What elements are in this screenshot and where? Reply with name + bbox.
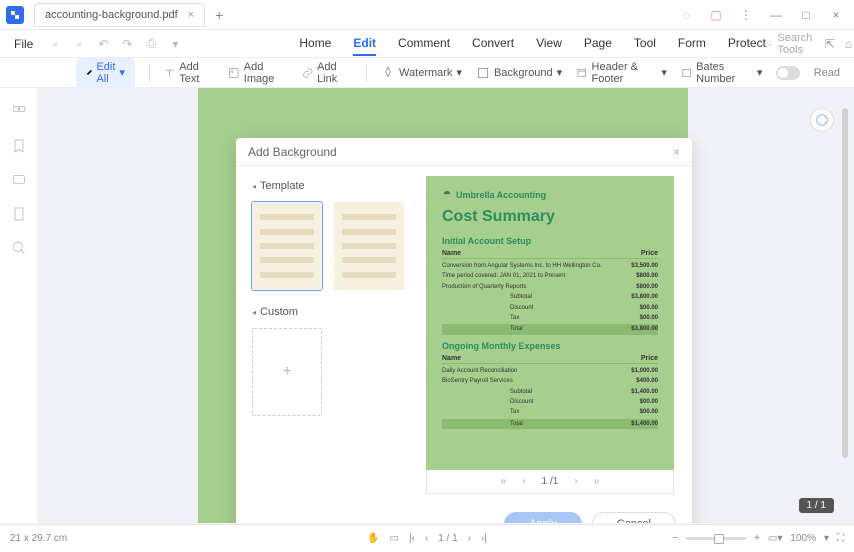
menu-tab-comment[interactable]: Comment [398, 32, 450, 56]
add-image-button[interactable]: Add Image [228, 61, 287, 85]
search-icon[interactable] [11, 240, 27, 256]
template-thumbnail[interactable] [252, 202, 322, 290]
preview-pager: « ‹ 1 /1 › » [426, 470, 674, 494]
add-background-dialog: Add Background × Template Custom + Umbre… [236, 138, 692, 523]
document-viewport[interactable]: Total $3,800.00 Ongoing Monthly Expenses… [38, 88, 854, 523]
menu-tab-protect[interactable]: Protect [728, 32, 766, 56]
zoom-value: 100% [790, 533, 816, 544]
nav-next-icon[interactable]: › [468, 533, 471, 544]
read-label: Read [814, 67, 840, 79]
nav-first-icon[interactable]: |‹ [409, 533, 415, 544]
print-icon[interactable]: ⎙ [143, 36, 159, 52]
bates-number-button[interactable]: Bates Number▾ [681, 61, 763, 85]
page-dimensions: 21 x 29.7 cm [10, 533, 67, 544]
home-icon[interactable]: ⌂ [845, 37, 852, 51]
read-toggle[interactable] [776, 66, 799, 80]
close-tab-icon[interactable]: × [188, 9, 194, 21]
background-preview: Umbrella Accounting Cost Summary Initial… [426, 176, 674, 470]
preview-title: Cost Summary [442, 208, 658, 226]
chevron-down-icon[interactable]: ▾ [167, 36, 183, 52]
table-row: Discount$00.00 [442, 397, 658, 407]
scrollbar[interactable] [842, 108, 848, 458]
close-icon[interactable]: × [673, 145, 680, 159]
header-footer-button[interactable]: Header & Footer▾ [576, 61, 667, 85]
search-tools[interactable]: Search Tools [766, 32, 817, 56]
save-icon[interactable]: ▫ [47, 36, 63, 52]
document-tab[interactable]: accounting-background.pdf × [34, 3, 205, 27]
table-row: Subtotal$3,800.00 [442, 292, 658, 302]
tab-filename: accounting-background.pdf [45, 9, 178, 21]
thumbnails-icon[interactable] [11, 104, 27, 120]
zoom-in-icon[interactable]: + [754, 533, 760, 544]
comment-icon[interactable] [11, 172, 27, 188]
close-window-icon[interactable]: × [826, 5, 846, 25]
menu-bar: File ▫ ▫ ↶ ↷ ⎙ ▾ Home Edit Comment Convert V… [0, 30, 854, 58]
menu-tab-form[interactable]: Form [678, 32, 706, 56]
nav-last-icon[interactable]: ›| [481, 533, 487, 544]
pager-prev-icon[interactable]: ‹ [522, 476, 525, 487]
template-section-header[interactable]: Template [252, 180, 410, 192]
undo-icon[interactable]: ↶ [95, 36, 111, 52]
fit-icon[interactable]: ▭ [389, 533, 398, 544]
page-counter: 1 / 1 [799, 498, 834, 513]
table-row: BioSentry Payroll Services$400.00 [442, 376, 658, 386]
menu-tab-tool[interactable]: Tool [634, 32, 656, 56]
edit-all-button[interactable]: Edit All▾ [76, 58, 135, 88]
hand-tool-icon[interactable]: ✋ [367, 533, 379, 544]
file-menu[interactable]: File [6, 37, 41, 51]
add-custom-button[interactable]: + [252, 328, 322, 416]
table-row: Total$1,400.00 [442, 419, 658, 429]
table-row: Total$3,800.00 [442, 324, 658, 334]
redo-icon[interactable]: ↷ [119, 36, 135, 52]
table-row: Time period covered: JAN 01, 2021 to Pre… [442, 271, 658, 281]
table-row: Discount$00.00 [442, 303, 658, 313]
status-bar: 21 x 29.7 cm ✋ ▭ |‹ ‹ 1 / 1 › ›| − + ▭▾ … [0, 524, 854, 552]
view-mode-icon[interactable]: ▭▾ [768, 533, 782, 544]
pager-first-icon[interactable]: « [501, 476, 507, 487]
brand-logo: Umbrella Accounting [442, 190, 658, 200]
menu-tab-view[interactable]: View [536, 32, 562, 56]
minimize-icon[interactable]: — [766, 5, 786, 25]
menu-tab-edit[interactable]: Edit [353, 32, 376, 56]
floating-tool-icon[interactable] [810, 108, 834, 132]
square-icon[interactable]: ▢ [706, 5, 726, 25]
table-row: Tax$00.00 [442, 313, 658, 323]
menu-tab-home[interactable]: Home [299, 32, 331, 56]
table-row: Tax$00.00 [442, 407, 658, 417]
custom-section-header[interactable]: Custom [252, 306, 410, 318]
zoom-out-icon[interactable]: − [672, 533, 678, 544]
add-text-button[interactable]: Add Text [164, 61, 214, 85]
watermark-button[interactable]: Watermark▾ [381, 66, 462, 80]
background-button[interactable]: Background▾ [476, 66, 562, 80]
title-bar: accounting-background.pdf × + ◌ ▢ ⋮ — □ … [0, 0, 854, 30]
search-placeholder: Search Tools [777, 32, 816, 56]
attachment-icon[interactable] [11, 206, 27, 222]
table-row: Subtotal$1,400.00 [442, 387, 658, 397]
table-row: Daily Account Reconciliation$1,000.00 [442, 366, 658, 376]
cancel-button[interactable]: Cancel [592, 512, 676, 523]
menu-tab-page[interactable]: Page [584, 32, 612, 56]
new-tab-button[interactable]: + [211, 7, 227, 23]
table-row: Production of Quarterly Reports$800.00 [442, 282, 658, 292]
kebab-icon[interactable]: ⋮ [736, 5, 756, 25]
edit-toolbar: Edit All▾ Add Text Add Image Add Link Wa… [0, 58, 854, 88]
template-thumbnail[interactable] [334, 202, 404, 290]
maximize-icon[interactable]: □ [796, 5, 816, 25]
app-icon [6, 6, 24, 24]
dialog-title: Add Background [248, 145, 337, 159]
cloud-icon[interactable]: ◌ [676, 5, 696, 25]
folder-icon[interactable]: ▫ [71, 36, 87, 52]
nav-prev-icon[interactable]: ‹ [425, 533, 428, 544]
apply-button[interactable]: Apply [504, 512, 582, 523]
menu-tab-convert[interactable]: Convert [472, 32, 514, 56]
pager-last-icon[interactable]: » [594, 476, 600, 487]
share-icon[interactable]: ⇱ [825, 37, 835, 51]
fullscreen-icon[interactable]: ⛶ [837, 533, 844, 544]
add-link-button[interactable]: Add Link [302, 61, 353, 85]
bookmark-icon[interactable] [11, 138, 27, 154]
zoom-slider[interactable] [686, 537, 746, 540]
left-sidebar [0, 88, 38, 523]
table-row: Conversion from Angular Systems Inc. to … [442, 261, 658, 271]
pager-next-icon[interactable]: › [574, 476, 577, 487]
